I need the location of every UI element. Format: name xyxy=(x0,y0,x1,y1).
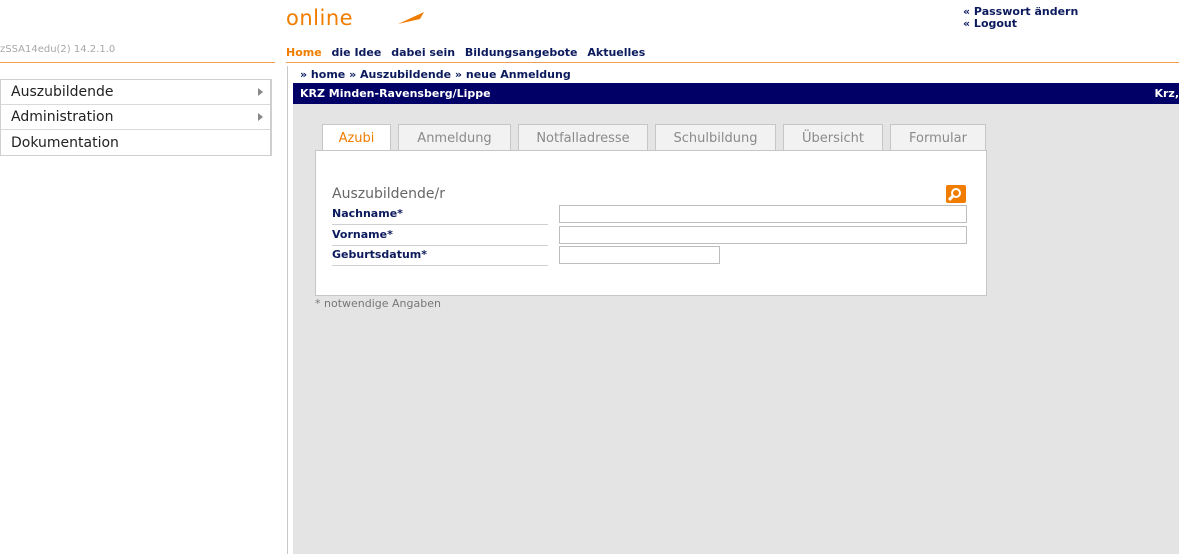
title-bar-left: KRZ Minden-Ravensberg/Lippe xyxy=(300,87,491,100)
section-title: Auszubildende/r xyxy=(332,186,445,202)
sidebar-item-label: Auszubildende xyxy=(11,84,114,100)
tab-schulbildung[interactable]: Schulbildung xyxy=(655,124,776,151)
logo-text: online xyxy=(286,6,354,30)
nav-dabei-sein[interactable]: dabei sein xyxy=(391,46,455,59)
field-label-vorname: Vorname* xyxy=(332,226,548,246)
breadcrumb-auszubildende[interactable]: » Auszubildende xyxy=(349,68,451,81)
search-icon[interactable] xyxy=(946,185,966,203)
tab-notfalladresse[interactable]: Notfalladresse xyxy=(518,124,648,151)
title-bar: KRZ Minden-Ravensberg/Lippe Krz, xyxy=(293,83,1179,104)
tab-formular[interactable]: Formular xyxy=(890,124,986,151)
main-nav: Home die Idee dabei sein Bildungsangebot… xyxy=(286,46,651,59)
top-links: « Passwort ändern « Logout xyxy=(963,6,1078,30)
logo-swoosh-icon xyxy=(398,12,424,24)
title-bar-right: Krz, xyxy=(1154,87,1179,100)
lastname-input[interactable] xyxy=(559,205,967,223)
sidebar: Auszubildende Administration Dokumentati… xyxy=(0,79,272,156)
chevron-right-icon xyxy=(258,113,263,121)
chevron-right-icon xyxy=(258,88,263,96)
field-label-nachname: Nachname* xyxy=(332,205,548,225)
nav-aktuelles[interactable]: Aktuelles xyxy=(587,46,645,59)
version-label: zSSA14edu(2) 14.2.1.0 xyxy=(0,44,116,55)
sidebar-item-dokumentation[interactable]: Dokumentation xyxy=(1,130,270,155)
nav-bildungsangebote[interactable]: Bildungsangebote xyxy=(465,46,578,59)
sidebar-item-label: Administration xyxy=(11,109,114,125)
breadcrumb: » home » Auszubildende » neue Anmeldung xyxy=(300,68,571,81)
breadcrumb-home[interactable]: » home xyxy=(300,68,345,81)
divider xyxy=(286,62,1179,63)
birthdate-input[interactable] xyxy=(559,246,720,264)
tab-anmeldung[interactable]: Anmeldung xyxy=(398,124,511,151)
sidebar-item-label: Dokumentation xyxy=(11,134,119,151)
tab-bar: Azubi Anmeldung Notfalladresse Schulbild… xyxy=(322,124,993,152)
nav-home[interactable]: Home xyxy=(286,46,322,59)
sidebar-item-administration[interactable]: Administration xyxy=(1,105,270,130)
sidebar-item-auszubildende[interactable]: Auszubildende xyxy=(1,80,270,105)
tab-uebersicht[interactable]: Übersicht xyxy=(783,124,883,151)
divider xyxy=(0,62,275,63)
nav-die-idee[interactable]: die Idee xyxy=(332,46,382,59)
divider xyxy=(287,66,288,554)
breadcrumb-neue-anmeldung: » neue Anmeldung xyxy=(454,68,571,81)
tab-azubi[interactable]: Azubi xyxy=(322,124,391,152)
firstname-input[interactable] xyxy=(559,226,967,244)
logout-link[interactable]: « Logout xyxy=(963,18,1078,30)
required-fields-note: * notwendige Angaben xyxy=(315,297,441,310)
field-label-geburtsdatum: Geburtsdatum* xyxy=(332,246,548,266)
